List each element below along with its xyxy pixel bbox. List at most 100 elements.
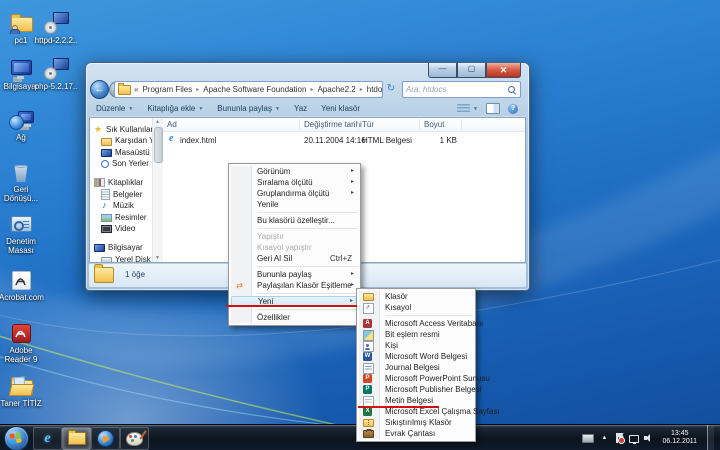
minimize-button[interactable]: — xyxy=(428,63,457,78)
desktop-icon-adobe-reader[interactable]: Adobe Reader 9 xyxy=(0,321,43,364)
toolbar-organize-button[interactable]: Düzenle▼ xyxy=(89,101,140,116)
menu-item-customize-folder[interactable]: Bu klasörü özelleştir... xyxy=(231,215,358,226)
taskbar-clock[interactable]: 13:45 06.12.2011 xyxy=(659,430,700,446)
toolbar-add-to-library-button[interactable]: Kitaplığa ekle▼ xyxy=(140,101,210,116)
chevron-down-icon[interactable]: ▼ xyxy=(473,106,478,112)
submenu-item-publisher-document[interactable]: PMicrosoft Publisher Belgesi xyxy=(359,384,473,395)
scrollbar-thumb[interactable] xyxy=(154,127,163,163)
sidebar-scrollbar[interactable]: ▲ ▼ xyxy=(152,118,163,262)
menu-item-sort-by[interactable]: Sıralama ölçütü▸ xyxy=(231,177,358,188)
desktop-icon-recycle-bin[interactable]: Geri Dönüşü... xyxy=(0,160,43,203)
back-button[interactable]: ← xyxy=(90,80,109,99)
scroll-up-icon[interactable]: ▲ xyxy=(155,119,160,125)
show-desktop-button[interactable] xyxy=(707,425,714,450)
maximize-button[interactable]: ▢ xyxy=(457,63,486,78)
menu-item-group-by[interactable]: Gruplandırma ölçütü▸ xyxy=(231,188,358,199)
toolbar-share-with-button[interactable]: Bununla paylaş▼ xyxy=(210,101,287,116)
shortcut-arrow-icon xyxy=(363,303,374,314)
close-button[interactable]: ✕ xyxy=(486,63,521,78)
submenu-arrow-icon: ▸ xyxy=(351,166,354,177)
breadcrumb[interactable]: « Program Files ▸ Apache Software Founda… xyxy=(114,81,383,98)
column-header-size[interactable]: Boyut xyxy=(424,120,444,129)
menu-item-properties[interactable]: Özellikler xyxy=(231,312,358,323)
submenu-item-word-document[interactable]: WMicrosoft Word Belgesi xyxy=(359,351,473,362)
desktop-icon-label: Taner TİTİZ xyxy=(0,400,43,409)
menu-separator xyxy=(257,228,358,229)
taskbar-media-player[interactable] xyxy=(91,427,120,450)
column-header-name[interactable]: Ad xyxy=(167,120,177,129)
menu-item-shared-folder-sync[interactable]: ⇄Paylaşılan Klasör Eşitleme▸ xyxy=(231,280,358,291)
menu-item-view[interactable]: Görünüm▸ xyxy=(231,166,358,177)
search-input[interactable] xyxy=(403,85,507,94)
column-header-type[interactable]: Tür xyxy=(362,120,374,129)
breadcrumb-segment-apache-software-foundation[interactable]: Apache Software Foundation xyxy=(202,85,307,94)
desktop-icon-httpd-installer[interactable]: httpd-2.2.2.. xyxy=(34,11,78,46)
toolbar-burn-button[interactable]: Yaz xyxy=(287,101,314,116)
excel-icon: X xyxy=(363,407,372,416)
sidebar-group-favorites[interactable]: Sık Kullanılanlar xyxy=(94,124,152,134)
submenu-arrow-icon: ▸ xyxy=(351,280,354,291)
preview-pane-icon[interactable] xyxy=(486,103,500,114)
column-header-date-modified[interactable]: Değiştirme tarihi xyxy=(304,120,362,129)
taskbar-windows-explorer[interactable] xyxy=(62,427,91,450)
open-folder-icon xyxy=(7,374,35,398)
pictures-icon xyxy=(101,214,112,222)
navigation-pane: Sık Kullanılanlar Karşıdan Yüklem Masaüs… xyxy=(90,118,152,262)
menu-item-refresh[interactable]: Yenile xyxy=(231,199,358,210)
menu-separator xyxy=(257,212,358,213)
breadcrumb-segment-apache22[interactable]: Apache2.2 xyxy=(316,85,356,94)
breadcrumb-segment-program-files[interactable]: Program Files xyxy=(141,85,193,94)
submenu-item-bitmap-image[interactable]: Bit eşlem resmi xyxy=(359,329,473,340)
submenu-item-compressed-folder[interactable]: Sıkıştırılmış Klasör xyxy=(359,417,473,428)
new-submenu: Klasör Kısayol AMicrosoft Access Veritab… xyxy=(356,288,476,442)
sidebar-item-documents[interactable]: Belgeler xyxy=(101,189,152,199)
submenu-item-briefcase[interactable]: Evrak Çantası xyxy=(359,428,473,439)
show-hidden-icons-icon[interactable]: ▲ xyxy=(599,433,609,443)
submenu-item-contact[interactable]: Kişi xyxy=(359,340,473,351)
sidebar-item-desktop[interactable]: Masaüstü xyxy=(101,147,152,157)
submenu-item-folder[interactable]: Klasör xyxy=(359,291,473,302)
file-row-index-html[interactable]: e index.html 20.11.2004 14:16 HTML Belge… xyxy=(163,134,525,145)
submenu-item-text-document[interactable]: Metin Belgesi xyxy=(359,395,473,406)
taskbar-paint[interactable] xyxy=(120,427,149,450)
menu-item-share-with[interactable]: Bununla paylaş▸ xyxy=(231,269,358,280)
sync-arrows-icon: ⇄ xyxy=(235,281,244,290)
toolbar-new-folder-button[interactable]: Yeni klasör xyxy=(314,101,367,116)
desktop-icon-acrobat-com[interactable]: Acrobat.com xyxy=(0,268,43,303)
submenu-item-access-database[interactable]: AMicrosoft Access Veritabanı xyxy=(359,318,473,329)
change-view-icon[interactable] xyxy=(457,104,470,113)
folder-icon xyxy=(118,85,131,95)
submenu-item-journal-document[interactable]: Journal Belgesi xyxy=(359,362,473,373)
sidebar-group-libraries[interactable]: Kitaplıklar xyxy=(94,178,152,188)
network-status-icon[interactable] xyxy=(629,435,639,443)
sidebar-item-downloads[interactable]: Karşıdan Yüklem xyxy=(101,136,152,146)
submenu-item-shortcut[interactable]: Kısayol xyxy=(359,302,473,313)
refresh-button[interactable]: ↻ xyxy=(384,82,398,96)
help-icon[interactable]: ? xyxy=(508,104,518,114)
navigation-bar: ← → ▼ « Program Files ▸ Apache Software … xyxy=(86,79,529,100)
desktop-icon-denetim-masasi[interactable]: Denetim Masası xyxy=(0,212,43,255)
volume-icon[interactable] xyxy=(644,433,654,443)
breadcrumb-overflow[interactable]: « xyxy=(134,85,138,94)
sidebar-group-computer[interactable]: Bilgisayar xyxy=(94,243,152,253)
chevron-down-icon: ▼ xyxy=(198,106,203,112)
start-button[interactable] xyxy=(4,426,29,450)
action-center-flag-icon[interactable] xyxy=(614,433,624,443)
menu-item-undo-delete[interactable]: Geri Al SilCtrl+Z xyxy=(231,253,358,264)
breadcrumb-segment-htdocs[interactable]: htdocs xyxy=(366,85,383,94)
taskbar-internet-explorer[interactable]: e xyxy=(33,427,62,450)
sidebar-item-video[interactable]: Video xyxy=(101,224,152,234)
sidebar-item-local-disk-c[interactable]: Yerel Disk (C:) xyxy=(101,254,152,262)
desktop-monitor-icon xyxy=(101,149,112,157)
sidebar-item-music[interactable]: Müzik xyxy=(101,201,152,211)
desktop-icon-php-installer[interactable]: php-5.2.17.. xyxy=(34,57,78,92)
file-date-modified: 20.11.2004 14:16 xyxy=(304,136,366,145)
sidebar-item-recent-places[interactable]: Son Yerler xyxy=(101,159,152,169)
submenu-item-powerpoint-presentation[interactable]: PMicrosoft PowerPoint Sunusu xyxy=(359,373,473,384)
scroll-down-icon[interactable]: ▼ xyxy=(155,255,160,261)
desktop-icon-ag-network[interactable]: Ağ xyxy=(0,108,43,143)
tray-app-icon[interactable] xyxy=(582,434,594,443)
sidebar-item-pictures[interactable]: Resimler xyxy=(101,212,152,222)
wmp-play-icon xyxy=(97,430,114,447)
desktop-icon-user-folder[interactable]: Taner TİTİZ xyxy=(0,374,43,409)
